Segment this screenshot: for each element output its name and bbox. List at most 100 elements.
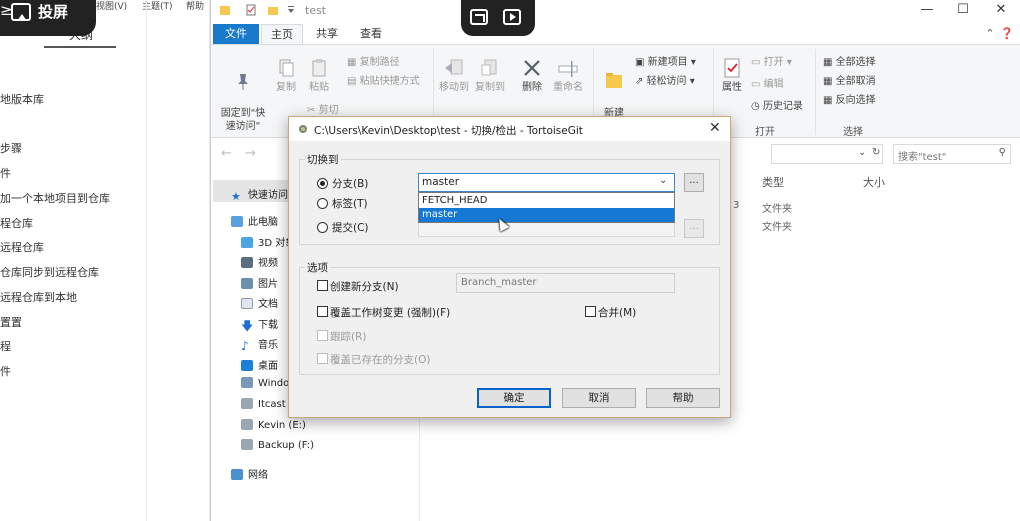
- rename-button[interactable]: 重命名: [551, 57, 585, 94]
- tree-item-pictures[interactable]: 图片: [241, 275, 278, 290]
- tree-item-videos[interactable]: 视频: [241, 254, 278, 269]
- ok-button[interactable]: 确定: [477, 388, 551, 408]
- ribbon-separator: [815, 49, 816, 135]
- branch-combo[interactable]: master: [418, 173, 675, 192]
- delete-button[interactable]: 删除: [517, 57, 547, 94]
- address-bar[interactable]: ⌄ ↻: [771, 144, 883, 164]
- copy-button[interactable]: 复制: [271, 57, 301, 94]
- play-video-icon[interactable]: [503, 9, 521, 25]
- invert-selection-button[interactable]: ▦ 反向选择: [823, 91, 876, 106]
- tree-item-quick-access[interactable]: ★ 快速访问: [231, 186, 288, 203]
- merge-checkbox[interactable]: [585, 306, 596, 317]
- column-header-size[interactable]: 大小: [863, 174, 885, 190]
- search-icon: ⚲: [998, 147, 1006, 158]
- new-folder-icon[interactable]: [267, 4, 279, 16]
- cut-button[interactable]: ✂ 剪切: [307, 101, 339, 116]
- menu-view[interactable]: 视图(V): [96, 0, 127, 12]
- open-button[interactable]: ▭ 打开 ▾: [751, 53, 792, 68]
- chevron-down-icon[interactable]: ⌄: [659, 175, 667, 186]
- pin-quick-access-button[interactable]: 固定到"快 速访问": [215, 57, 271, 133]
- tree-item-downloads[interactable]: 🡇 下载: [241, 316, 278, 333]
- tree-label: 网络: [248, 470, 268, 481]
- screencast-toolbar[interactable]: ≥ 投屏: [0, 0, 96, 36]
- select-all-button[interactable]: ▦ 全部选择: [823, 53, 876, 68]
- drive-icon: [241, 419, 253, 430]
- tree-item-windows-drive[interactable]: Windo: [241, 377, 289, 389]
- minimize-button[interactable]: —: [909, 0, 945, 22]
- copy-path-button[interactable]: ▦ 复制路径: [347, 53, 400, 68]
- new-item-button[interactable]: ▣ 新建项目 ▾: [635, 53, 696, 68]
- copy-to-button[interactable]: 复制到: [473, 57, 507, 94]
- tree-item-music[interactable]: ♪ 音乐: [241, 336, 278, 353]
- branch-radio[interactable]: [317, 178, 328, 189]
- group-open-label: 打开: [755, 127, 775, 138]
- column-header-type[interactable]: 类型: [762, 174, 784, 190]
- customize-quick-access-icon[interactable]: [285, 4, 297, 16]
- easy-access-button[interactable]: ⇗ 轻松访问 ▾: [635, 72, 695, 87]
- history-button[interactable]: ◷ 历史记录: [751, 97, 803, 112]
- properties-icon[interactable]: [245, 4, 257, 16]
- outline-item[interactable]: 件: [0, 165, 11, 181]
- commit-radio[interactable]: [317, 222, 328, 233]
- tab-share[interactable]: 共享: [307, 24, 347, 44]
- outline-item[interactable]: 加一个本地项目到仓库: [0, 190, 110, 206]
- browse-commit-button[interactable]: ...: [684, 219, 704, 238]
- help-icon[interactable]: ❓: [1000, 24, 1014, 44]
- tree-item-itcast-drive[interactable]: Itcast (: [241, 398, 293, 410]
- tab-view[interactable]: 查看: [351, 24, 391, 44]
- move-to-button[interactable]: 移动到: [437, 57, 471, 94]
- outline-item[interactable]: 仓库同步到远程仓库: [0, 264, 99, 280]
- tree-label: Windo: [258, 378, 290, 389]
- edit-button[interactable]: ▭ 编辑: [751, 75, 784, 90]
- collapse-ribbon-icon[interactable]: ⌃: [983, 24, 997, 44]
- help-button[interactable]: 帮助: [646, 388, 720, 408]
- dialog-close-icon[interactable]: ✕: [709, 120, 721, 136]
- outline-item[interactable]: 程仓库: [0, 215, 33, 231]
- cancel-button[interactable]: 取消: [562, 388, 636, 408]
- properties-button[interactable]: 属性: [717, 57, 747, 94]
- history-label: 历史记录: [762, 101, 803, 112]
- refresh-icon[interactable]: ↻: [872, 147, 880, 158]
- tree-item-this-pc[interactable]: 此电脑: [231, 213, 278, 228]
- tree-item-documents[interactable]: 文档: [241, 295, 278, 310]
- branch-combo-value: master: [422, 176, 460, 188]
- tab-home[interactable]: 主页: [261, 24, 303, 44]
- outline-item[interactable]: 件: [0, 363, 11, 379]
- search-input[interactable]: 搜索"test" ⚲: [893, 144, 1011, 164]
- tag-radio[interactable]: [317, 198, 328, 209]
- cut-label: 剪切: [318, 105, 339, 116]
- close-button[interactable]: ✕: [983, 0, 1019, 22]
- override-branch-checkbox[interactable]: [317, 353, 328, 364]
- maximize-button[interactable]: ☐: [945, 0, 981, 22]
- select-none-button[interactable]: ▦ 全部取消: [823, 72, 876, 87]
- paste-shortcut-button[interactable]: ▤ 粘贴快捷方式: [347, 72, 420, 87]
- outline-item[interactable]: 步骤: [0, 140, 22, 156]
- properties-label: 属性: [722, 82, 742, 93]
- browse-branch-button[interactable]: ...: [684, 173, 704, 192]
- paste-button[interactable]: 粘贴: [303, 57, 335, 94]
- tree-item-desktop[interactable]: 桌面: [241, 357, 278, 372]
- override-checkbox[interactable]: [317, 306, 328, 317]
- outline-item[interactable]: 远程仓库到本地: [0, 289, 77, 305]
- back-arrow-icon[interactable]: ←: [221, 146, 232, 161]
- tree-label: 图片: [258, 279, 278, 290]
- new-branch-name-field[interactable]: Branch_master: [456, 273, 675, 293]
- address-dropdown-icon[interactable]: ⌄: [858, 147, 866, 158]
- outline-item[interactable]: 置置: [0, 314, 22, 330]
- dropdown-item-fetch-head[interactable]: FETCH_HEAD: [419, 194, 674, 208]
- track-checkbox[interactable]: [317, 330, 328, 341]
- pin-icon: [238, 74, 248, 90]
- dropdown-item-master[interactable]: master: [419, 208, 674, 222]
- forward-arrow-icon[interactable]: →: [245, 146, 256, 161]
- outline-item[interactable]: 地版本库: [0, 91, 44, 107]
- tree-item-backup-drive[interactable]: Backup (F:): [241, 439, 314, 451]
- menu-help[interactable]: 帮助: [186, 0, 204, 12]
- computer-icon: [231, 216, 243, 227]
- exit-fullscreen-icon[interactable]: [470, 9, 488, 25]
- outline-item[interactable]: 程: [0, 338, 11, 354]
- tab-file[interactable]: 文件: [213, 24, 259, 44]
- tree-item-network[interactable]: 网络: [231, 466, 268, 481]
- create-branch-checkbox[interactable]: [317, 280, 328, 291]
- tree-item-kevin-drive[interactable]: Kevin (E:): [241, 419, 306, 431]
- outline-item[interactable]: 远程仓库: [0, 239, 44, 255]
